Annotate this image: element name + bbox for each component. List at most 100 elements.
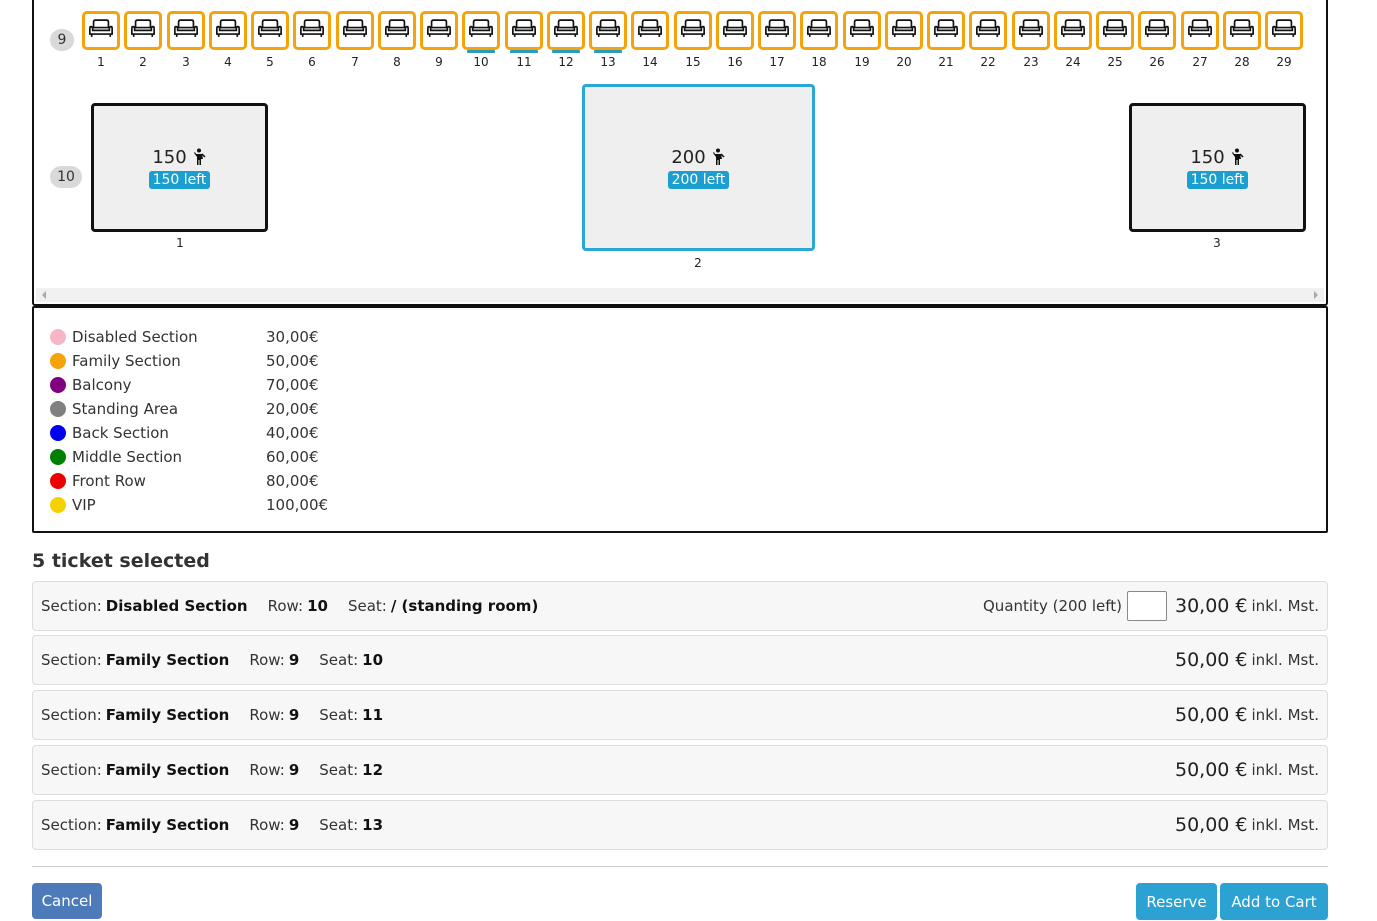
ticket-row: Section: Family Section Row: 9 Seat: 13 50,00 … (32, 800, 1328, 850)
seat[interactable] (167, 11, 205, 50)
seat-label: Seat: (347, 597, 387, 615)
seat-icon (1018, 18, 1044, 43)
section-label: Section: (41, 597, 102, 615)
selection-title: 5 ticket selected (32, 550, 210, 572)
quantity-label: Quantity (200 left) (983, 597, 1122, 615)
reserve-button[interactable]: Reserve (1136, 883, 1217, 920)
legend-color-dot (50, 329, 66, 345)
seat[interactable] (1012, 11, 1050, 50)
scroll-left-icon[interactable] (42, 291, 46, 299)
ticket-row-number: 9 (288, 761, 300, 779)
seat-icon (933, 18, 959, 43)
legend-name: Front Row (72, 472, 146, 490)
seat-number: 24 (1065, 55, 1081, 69)
legend-color-dot (50, 401, 66, 417)
seat-number: 19 (854, 55, 870, 69)
seat-icon (88, 18, 114, 43)
seat[interactable] (1054, 11, 1092, 50)
seat[interactable] (885, 11, 923, 50)
scroll-right-icon[interactable] (1314, 291, 1318, 299)
seat-icon (722, 18, 748, 43)
legend-name: VIP (72, 496, 96, 514)
seat[interactable] (1138, 11, 1176, 50)
row-label: Row: (249, 816, 285, 834)
seat[interactable] (843, 11, 881, 50)
legend-name: Back Section (72, 424, 169, 442)
seat[interactable] (631, 11, 669, 50)
standing-capacity: 150 (152, 146, 187, 168)
legend-price: 80,00€ (266, 472, 319, 490)
ticket-price: 50,00 € (1174, 759, 1248, 781)
seat-number: 6 (308, 55, 316, 69)
area-number: 3 (1213, 236, 1221, 250)
seat-icon (1060, 18, 1086, 43)
seat-number: 17 (769, 55, 785, 69)
cancel-button[interactable]: Cancel (32, 883, 102, 919)
seat-number: 12 (558, 55, 574, 69)
seat[interactable] (758, 11, 796, 50)
seat[interactable] (124, 11, 162, 50)
seat[interactable] (1223, 11, 1261, 50)
quantity-input[interactable] (1126, 591, 1167, 621)
seat-icon (215, 18, 241, 43)
seat-number: 26 (1149, 55, 1165, 69)
legend-item: Front Row 80,00€ (50, 469, 319, 493)
ticket-price: 50,00 € (1174, 814, 1248, 836)
seat-number: 29 (1276, 55, 1292, 69)
seat[interactable] (800, 11, 838, 50)
legend-color-dot (50, 353, 66, 369)
seat[interactable] (82, 11, 120, 50)
standing-area-1[interactable]: 150 150 left (91, 103, 268, 232)
person-standing-icon (1231, 148, 1244, 165)
seat[interactable] (1265, 11, 1303, 50)
ticket-row: Section: Disabled Section Row: 10 Seat: / (st… (32, 581, 1328, 631)
standing-area-2[interactable]: 200 200 left (582, 84, 815, 251)
seat[interactable] (674, 11, 712, 50)
seat-icon (173, 18, 199, 43)
seat-icon (975, 18, 1001, 43)
seat-number: 20 (896, 55, 912, 69)
seat-icon (764, 18, 790, 43)
ticket-row: Section: Family Section Row: 9 Seat: 10 50,00 … (32, 635, 1328, 685)
seat-number: 22 (980, 55, 996, 69)
seat[interactable] (589, 11, 627, 53)
seat[interactable] (462, 11, 500, 53)
seat-number: 11 (516, 55, 532, 69)
seat[interactable] (969, 11, 1007, 50)
legend-name: Disabled Section (72, 328, 198, 346)
ticket-row-number: 10 (307, 597, 328, 615)
ticket-seat: 11 (362, 706, 384, 724)
seat[interactable] (1181, 11, 1219, 50)
ticket-section: Family Section (105, 651, 230, 669)
section-label: Section: (41, 761, 102, 779)
seat-number: 9 (435, 55, 443, 69)
seat-icon (257, 18, 283, 43)
seat-number: 1 (97, 55, 105, 69)
legend-color-dot (50, 377, 66, 393)
price-legend: Disabled Section 30,00€ Family Section 50,0… (32, 306, 1328, 533)
seat[interactable] (505, 11, 543, 53)
ticket-price: 30,00 € (1174, 595, 1248, 617)
ticket-seat: / (standing room) (390, 597, 539, 615)
seat[interactable] (251, 11, 289, 50)
legend-item: Family Section 50,00€ (50, 349, 319, 373)
seat[interactable] (293, 11, 331, 50)
seat[interactable] (716, 11, 754, 50)
standing-area-3[interactable]: 150 150 left (1129, 103, 1306, 232)
legend-name: Family Section (72, 352, 181, 370)
seat[interactable] (378, 11, 416, 50)
ticket-section: Disabled Section (105, 597, 248, 615)
seat-number: 25 (1107, 55, 1123, 69)
seat[interactable] (547, 11, 585, 53)
seat[interactable] (420, 11, 458, 50)
seat[interactable] (209, 11, 247, 50)
seat[interactable] (1096, 11, 1134, 50)
seat[interactable] (927, 11, 965, 50)
seat[interactable] (336, 11, 374, 50)
ticket-section: Family Section (105, 706, 230, 724)
seat-icon (426, 18, 452, 43)
horizontal-scrollbar[interactable] (36, 288, 1324, 302)
add-to-cart-button[interactable]: Add to Cart (1220, 883, 1328, 920)
row-label-10: 10 (50, 166, 82, 188)
ticket-row: Section: Family Section Row: 9 Seat: 11 50,00 … (32, 690, 1328, 740)
